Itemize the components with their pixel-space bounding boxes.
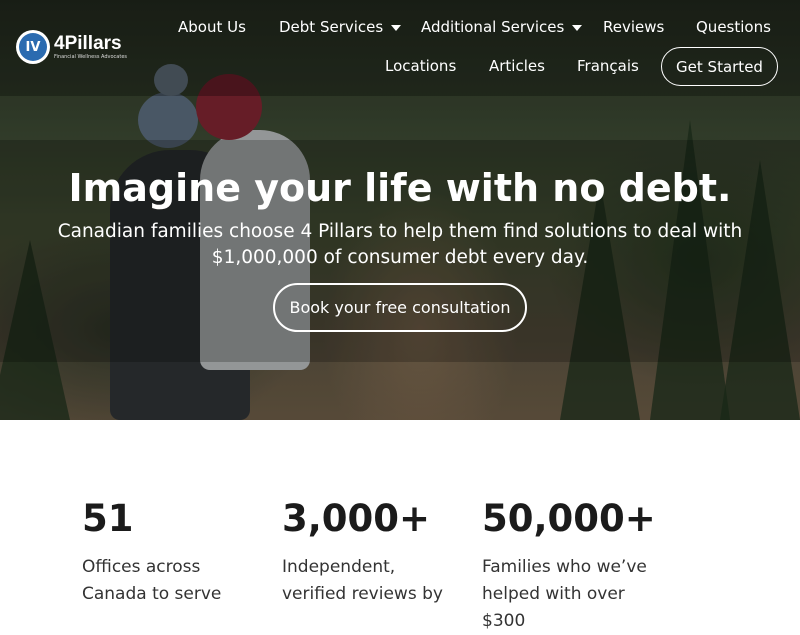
chevron-down-icon — [391, 24, 402, 31]
nav-locations[interactable]: Locations — [385, 57, 456, 75]
brand-tagline: Financial Wellness Advocates — [54, 54, 128, 60]
stat-reviews: 3,000+ Independent, verified reviews by — [282, 496, 462, 608]
nav-francais[interactable]: Français — [577, 57, 639, 75]
pillars-logo-icon: IV — [16, 30, 50, 64]
get-started-button[interactable]: Get Started — [661, 47, 778, 86]
nav-additional-services[interactable]: Additional Services — [421, 18, 583, 36]
nav-articles[interactable]: Articles — [489, 57, 545, 75]
book-consultation-button[interactable]: Book your free consultation — [273, 283, 527, 332]
stat-value: 51 — [82, 497, 134, 540]
stat-description: Families who we’ve helped with over $300 — [482, 557, 647, 631]
hero-headline: Imagine your life with no debt. — [68, 166, 732, 210]
stat-value: 3,000+ — [282, 497, 431, 540]
stat-families: 50,000+ Families who we’ve helped with o… — [482, 496, 662, 635]
nav-debt-services-label: Debt Services — [279, 18, 384, 36]
hero-section: IV 4Pillars Financial Wellness Advocates… — [0, 0, 800, 420]
nav-additional-services-label: Additional Services — [421, 18, 565, 36]
hero-subheadline: Canadian families choose 4 Pillars to he… — [57, 221, 743, 268]
nav-about-us[interactable]: About Us — [178, 18, 246, 36]
logo-wordmark: 4Pillars Financial Wellness Advocates — [54, 33, 128, 61]
nav-debt-services[interactable]: Debt Services — [279, 18, 402, 36]
brand-name: 4Pillars — [54, 33, 122, 54]
logo-mark-text: IV — [19, 33, 47, 61]
stat-value: 50,000+ — [482, 497, 656, 540]
nav-reviews[interactable]: Reviews — [603, 18, 664, 36]
chevron-down-icon — [572, 24, 583, 31]
site-logo[interactable]: IV 4Pillars Financial Wellness Advocates — [16, 30, 127, 64]
nav-questions[interactable]: Questions — [696, 18, 771, 36]
stat-offices: 51 Offices across Canada to serve — [82, 496, 262, 608]
